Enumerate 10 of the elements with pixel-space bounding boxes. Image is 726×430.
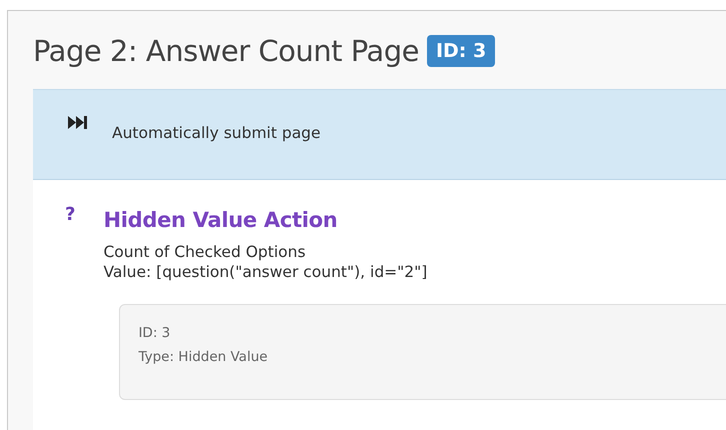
detail-text: Type: Hidden Value — [138, 348, 269, 367]
action-value: Value: [question("answer count"), id="2"] — [103, 262, 428, 282]
skip-forward-icon — [68, 116, 88, 129]
id-badge: ID: 3 — [426, 35, 496, 67]
question-icon: ? — [65, 206, 76, 400]
action-title: Hidden Value Action — [103, 208, 338, 232]
page-title: Page 2: Answer Count Page — [33, 34, 419, 68]
auto-submit-label: Automatically submit page — [112, 124, 321, 144]
detail-text: ID: 3 — [138, 324, 172, 343]
action-description: Count of Checked Options — [103, 242, 307, 262]
